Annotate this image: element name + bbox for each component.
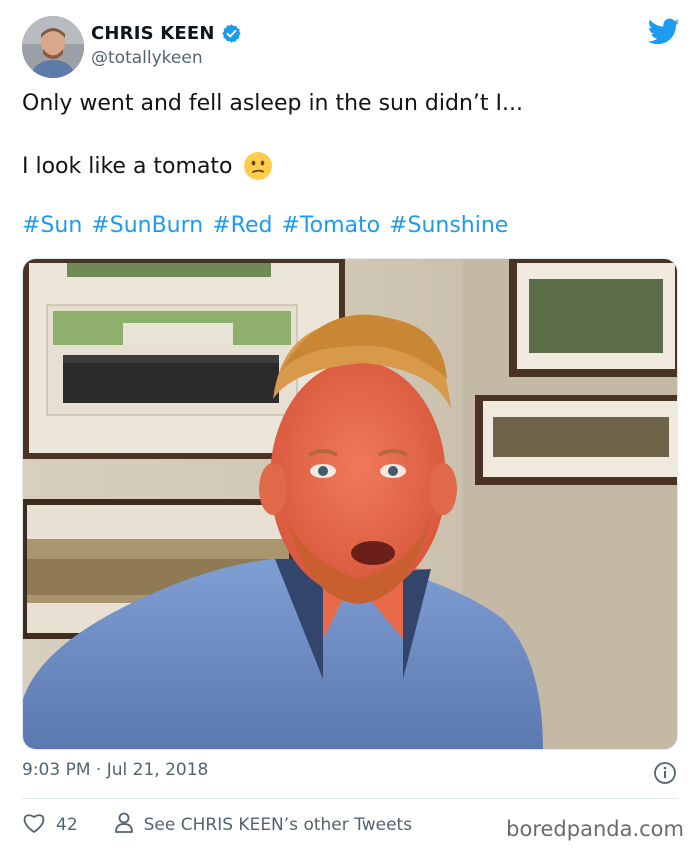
tweet-text-line2: I look like a tomato: [22, 153, 233, 179]
hashtag-link[interactable]: #Tomato: [281, 213, 380, 238]
hashtag-link[interactable]: #Sun: [22, 213, 82, 238]
heart-icon: [22, 812, 46, 839]
person-icon: [114, 812, 134, 839]
tweet-actions: 42 See CHRIS KEEN’s other Tweets: [22, 810, 412, 840]
hashtag-list: #Sun #SunBurn #Red #Tomato #Sunshine: [22, 213, 508, 238]
hashtag-link[interactable]: #SunBurn: [91, 213, 203, 238]
verified-badge-icon: [221, 23, 242, 44]
tweet-timestamp[interactable]: 9:03 PM · Jul 21, 2018: [22, 760, 208, 780]
hashtag-link[interactable]: #Red: [212, 213, 272, 238]
hashtag-link[interactable]: #Sunshine: [389, 213, 508, 238]
like-button[interactable]: 42: [22, 812, 78, 839]
tweet-photo[interactable]: [22, 258, 678, 750]
info-icon[interactable]: [653, 761, 677, 785]
like-count: 42: [56, 815, 78, 835]
watermark: boredpanda.com: [506, 817, 684, 841]
tweet-text-line2-row: I look like a tomato: [22, 151, 273, 181]
name-row: CHRIS KEEN: [91, 23, 242, 44]
tweet-header: CHRIS KEEN @totallykeen: [22, 16, 682, 78]
confused-face-emoji: [243, 151, 273, 181]
author-name[interactable]: CHRIS KEEN: [91, 23, 215, 44]
tweet-text-line1: Only went and fell asleep in the sun did…: [22, 91, 523, 116]
author-block[interactable]: CHRIS KEEN @totallykeen: [91, 23, 242, 68]
author-handle[interactable]: @totallykeen: [91, 48, 242, 68]
avatar[interactable]: [22, 16, 84, 78]
twitter-bird-icon[interactable]: [647, 18, 680, 46]
divider: [22, 798, 678, 799]
other-tweets-link[interactable]: See CHRIS KEEN’s other Tweets: [114, 812, 412, 839]
other-tweets-label: See CHRIS KEEN’s other Tweets: [143, 815, 413, 835]
